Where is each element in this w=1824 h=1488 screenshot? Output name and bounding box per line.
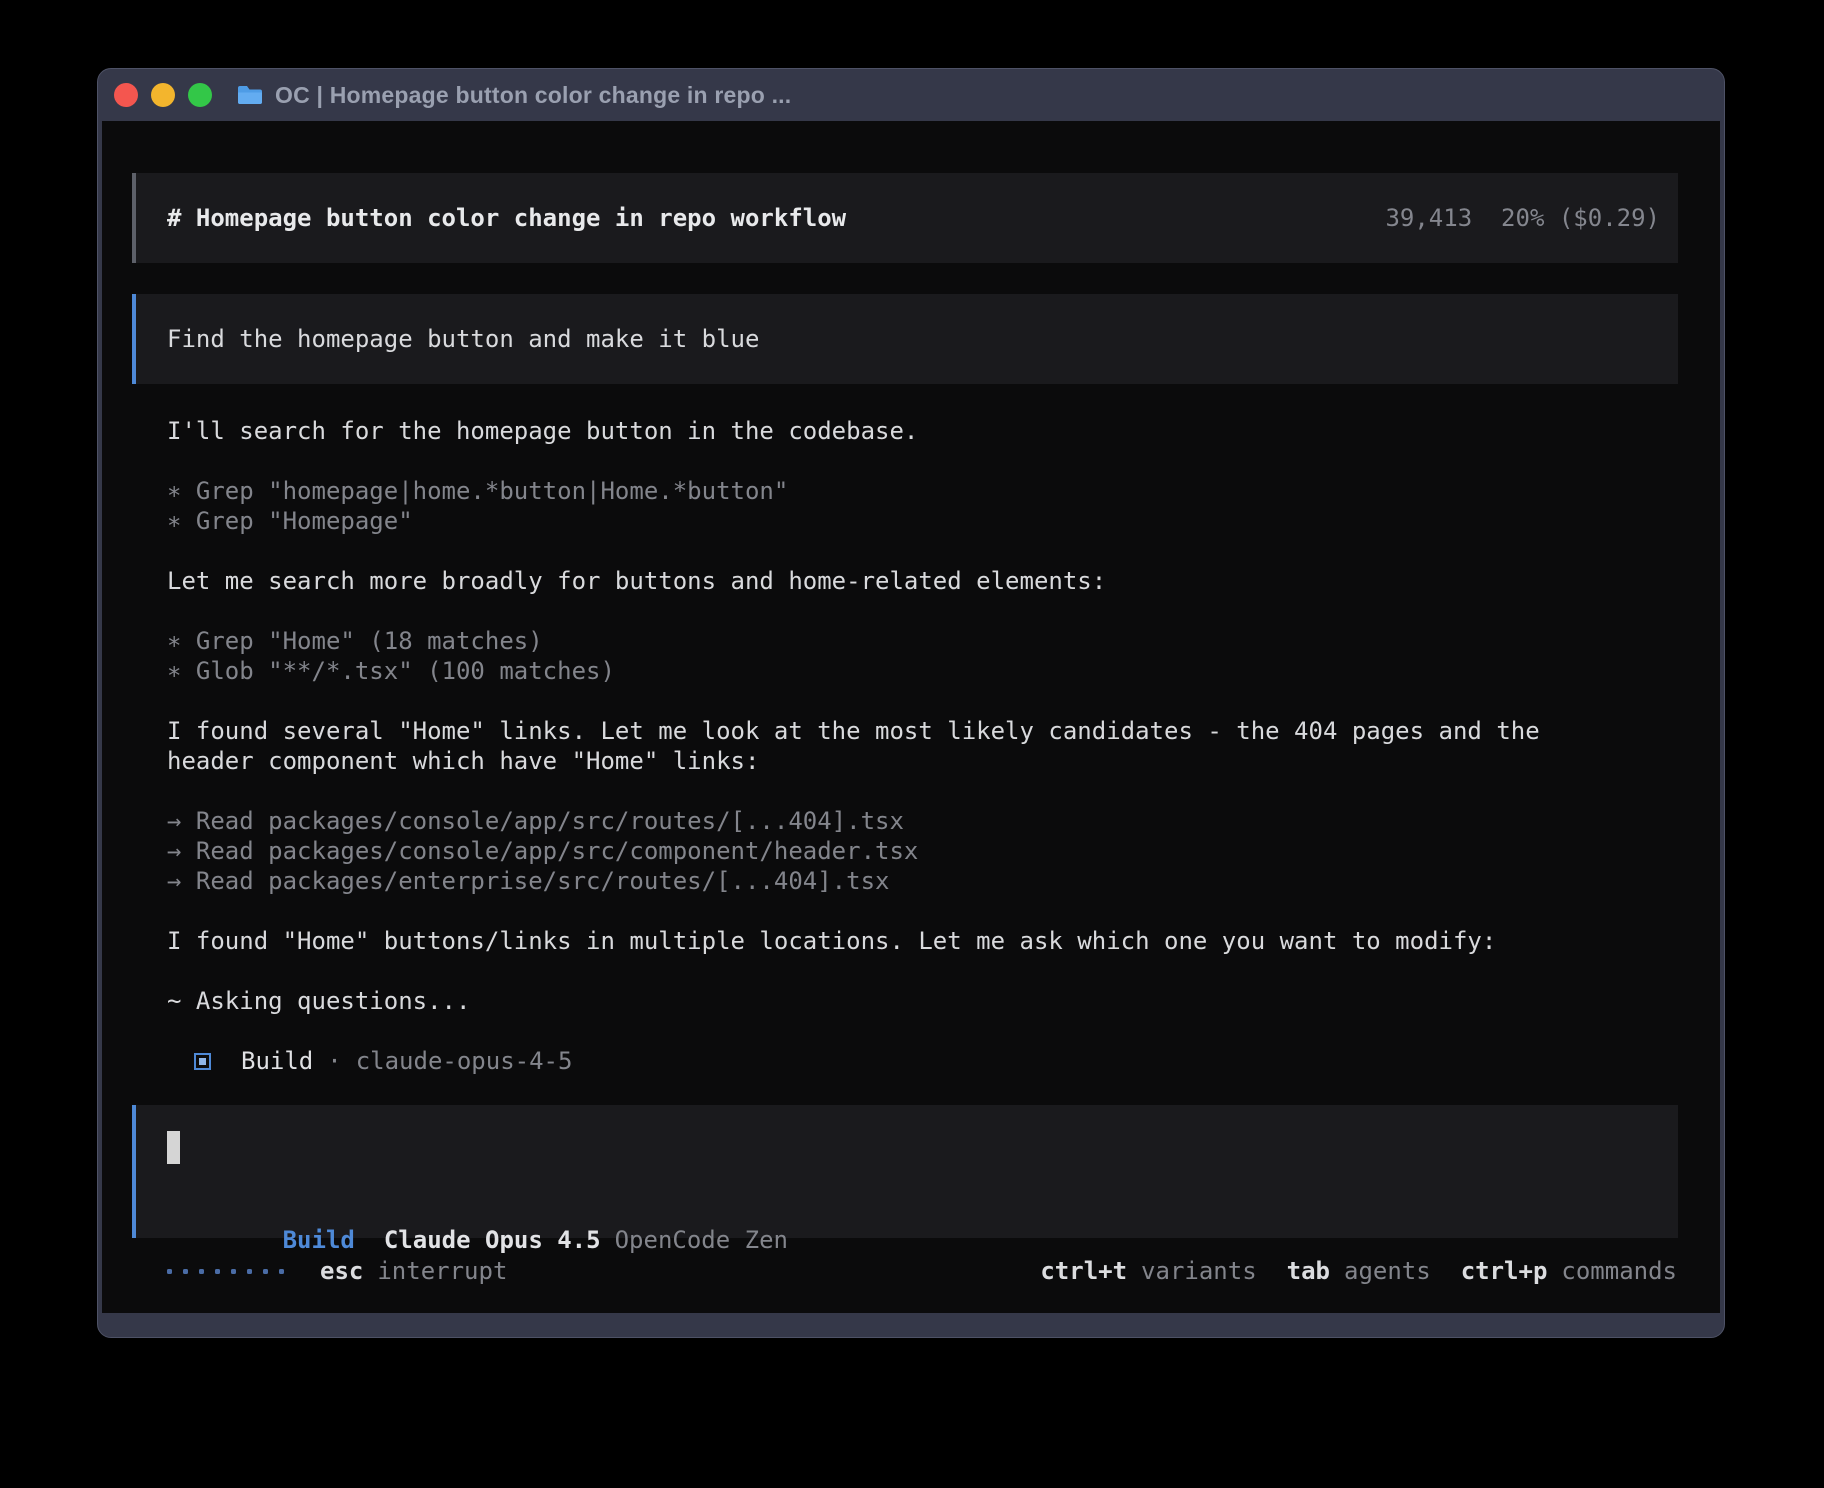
status-bar: esc interrupt ctrl+t variants tab agents…: [167, 1256, 1677, 1286]
keybind-commands: ctrl+p commands: [1461, 1257, 1677, 1285]
user-message: Find the homepage button and make it blu…: [132, 294, 1678, 384]
keybind-agents: tab agents: [1287, 1257, 1431, 1285]
spinner-dot: [279, 1269, 284, 1274]
agent-status-line: Build · claude-opus-4-5: [167, 1046, 1720, 1076]
prompt-input[interactable]: BuildClaude Opus 4.5OpenCode Zen: [132, 1105, 1678, 1238]
transcript-paragraph: → Read packages/console/app/src/routes/[…: [167, 806, 1720, 896]
maximize-button[interactable]: [188, 83, 212, 107]
keybind-variants: ctrl+t variants: [1040, 1257, 1256, 1285]
session-stats: 39,413 20% ($0.29): [1385, 204, 1660, 232]
agent-name: Build: [241, 1047, 313, 1075]
titlebar: OC | Homepage button color change in rep…: [98, 69, 1724, 121]
spinner-dot: [215, 1269, 220, 1274]
keybind-esc: esc: [320, 1257, 363, 1285]
spinner-dot: [247, 1269, 252, 1274]
transcript-paragraph: I'll search for the homepage button in t…: [167, 416, 1720, 446]
folder-icon: [237, 84, 263, 106]
agent-separator: ·: [327, 1047, 341, 1075]
mode-label[interactable]: Build: [283, 1226, 355, 1254]
transcript-paragraph: I found "Home" buttons/links in multiple…: [167, 926, 1720, 956]
session-header: # Homepage button color change in repo w…: [132, 173, 1678, 263]
transcript-paragraph: I found several "Home" links. Let me loo…: [167, 716, 1720, 776]
user-message-text: Find the homepage button and make it blu…: [167, 325, 759, 353]
transcript-paragraph: ~ Asking questions...: [167, 986, 1720, 1016]
transcript-paragraph: Let me search more broadly for buttons a…: [167, 566, 1720, 596]
spinner-dot: [263, 1269, 268, 1274]
spinner-dot: [231, 1269, 236, 1274]
agent-model: claude-opus-4-5: [356, 1047, 573, 1075]
build-agent-icon: [194, 1053, 211, 1070]
terminal-content: # Homepage button color change in repo w…: [102, 121, 1720, 1313]
terminal-window: OC | Homepage button color change in rep…: [97, 68, 1725, 1338]
spinner-dot: [183, 1269, 188, 1274]
spinner-dot: [199, 1269, 204, 1274]
window-title: OC | Homepage button color change in rep…: [275, 82, 791, 109]
transcript: I'll search for the homepage button in t…: [167, 416, 1720, 1016]
session-title: # Homepage button color change in repo w…: [167, 204, 1385, 232]
close-button[interactable]: [114, 83, 138, 107]
transcript-paragraph: ∗ Grep "homepage|home.*button|Home.*butt…: [167, 476, 1720, 536]
model-label[interactable]: Claude Opus 4.5: [384, 1226, 601, 1254]
transcript-paragraph: ∗ Grep "Home" (18 matches)∗ Glob "**/*.t…: [167, 626, 1720, 686]
text-cursor: [167, 1131, 180, 1164]
provider-label: OpenCode Zen: [615, 1226, 788, 1254]
spinner-dots: [167, 1269, 284, 1274]
minimize-button[interactable]: [151, 83, 175, 107]
keybind-esc-label: interrupt: [377, 1257, 507, 1285]
spinner-dot: [167, 1269, 172, 1274]
